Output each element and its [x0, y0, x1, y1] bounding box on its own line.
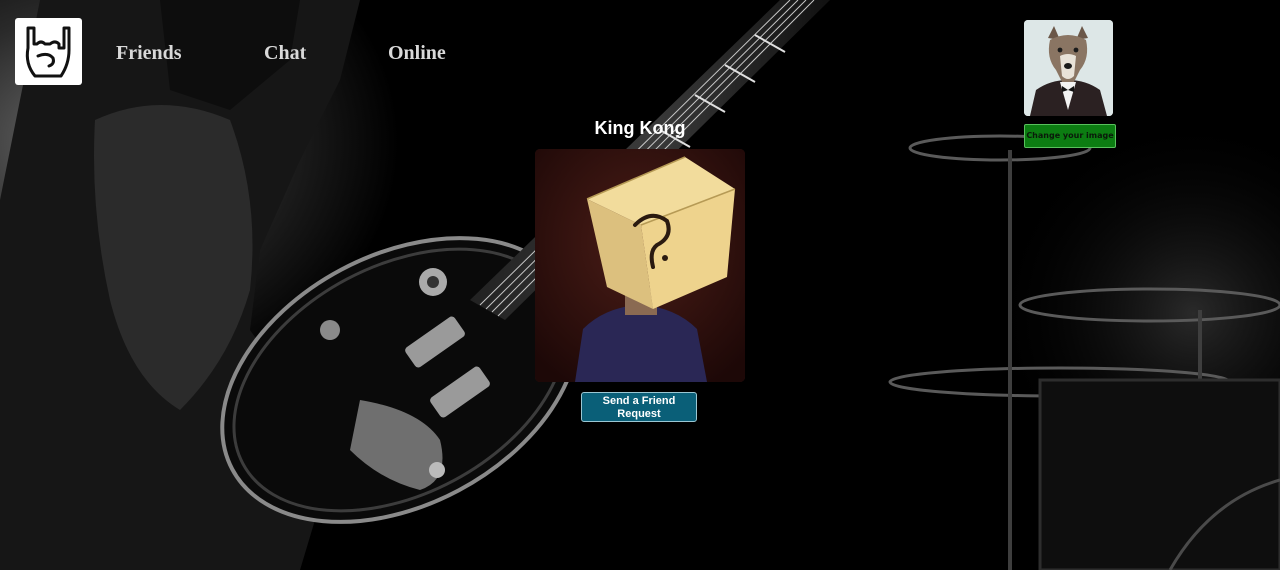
send-friend-request-button[interactable]: Send a Friend Request: [581, 392, 697, 422]
nav-chat-link[interactable]: Chat: [264, 42, 306, 65]
nav-online-link[interactable]: Online: [388, 42, 446, 65]
profile-name: King Kong: [594, 118, 686, 138]
wolf-in-suit-image: [1024, 20, 1113, 116]
box-head-question-mark-image: [535, 149, 745, 382]
user-avatar[interactable]: [1024, 20, 1113, 116]
rock-hand-icon: [25, 26, 71, 78]
nav-friends-link[interactable]: Friends: [116, 42, 182, 65]
profile-photo: [535, 149, 745, 382]
change-image-button[interactable]: Change your image: [1024, 124, 1116, 148]
logo[interactable]: [15, 18, 82, 85]
